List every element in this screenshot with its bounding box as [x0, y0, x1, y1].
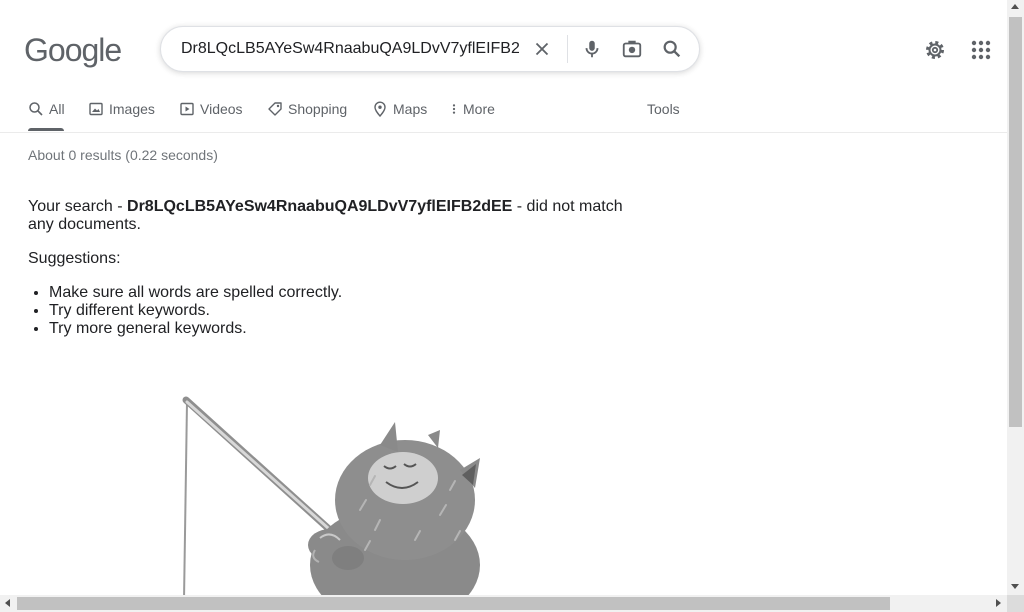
header-divider	[0, 132, 1007, 133]
image-icon	[89, 102, 103, 116]
vertical-scrollbar-thumb[interactable]	[1009, 17, 1022, 427]
search-icon[interactable]	[661, 38, 683, 60]
tab-shopping[interactable]: Shopping	[267, 101, 347, 117]
no-results-query: Dr8LQcLB5AYeSw4RnaabuQA9LDvV7yflEIFB2dEE	[127, 198, 513, 215]
list-item: Try more general keywords.	[49, 320, 342, 338]
scroll-left-arrow-icon[interactable]	[5, 599, 10, 607]
mic-icon[interactable]	[581, 38, 603, 60]
tab-more[interactable]: More	[450, 101, 495, 117]
search-icon	[29, 102, 43, 116]
tab-all[interactable]: All	[28, 101, 65, 131]
list-item: Try different keywords.	[49, 302, 342, 320]
gear-icon[interactable]	[923, 38, 947, 62]
vertical-scrollbar[interactable]	[1007, 0, 1024, 595]
google-logo[interactable]: Google	[24, 32, 122, 69]
search-box-divider	[567, 35, 568, 63]
camera-icon[interactable]	[621, 38, 643, 60]
scroll-up-arrow-icon[interactable]	[1011, 4, 1019, 9]
tab-images[interactable]: Images	[88, 101, 155, 117]
tab-label: Videos	[200, 101, 243, 117]
no-results-message: Your search - Dr8LQcLB5AYeSw4RnaabuQA9LD…	[28, 198, 648, 234]
tab-label: Maps	[393, 101, 428, 117]
apps-grid-icon[interactable]	[969, 38, 993, 62]
pin-icon	[374, 101, 386, 117]
tab-label: Images	[109, 101, 155, 117]
list-item: Make sure all words are spelled correctl…	[49, 284, 342, 302]
tag-icon	[268, 102, 282, 116]
scroll-right-arrow-icon[interactable]	[996, 599, 1001, 607]
tab-label: All	[49, 101, 65, 117]
scrollbar-corner	[1007, 595, 1024, 612]
tab-label: Shopping	[288, 101, 348, 117]
more-vert-icon	[452, 104, 456, 114]
play-icon	[180, 102, 194, 116]
result-stats: About 0 results (0.22 seconds)	[28, 147, 218, 163]
horizontal-scrollbar[interactable]	[0, 595, 1007, 612]
suggestions-title: Suggestions:	[28, 250, 121, 267]
search-input[interactable]: Dr8LQcLB5AYeSw4RnaabuQA9LDvV7yflEIFB2dEE	[181, 40, 519, 58]
tab-label: More	[463, 101, 495, 117]
no-results-prefix: Your search -	[28, 198, 128, 215]
search-results-page: Google Dr8LQcLB5AYeSw4RnaabuQA9LDvV7yflE…	[0, 0, 1007, 595]
active-tab-indicator	[28, 128, 64, 131]
scroll-down-arrow-icon[interactable]	[1011, 584, 1019, 589]
search-box[interactable]: Dr8LQcLB5AYeSw4RnaabuQA9LDvV7yflEIFB2dEE	[160, 26, 700, 72]
horizontal-scrollbar-thumb[interactable]	[17, 597, 890, 610]
close-icon[interactable]	[531, 38, 553, 60]
suggestions-list: Make sure all words are spelled correctl…	[28, 284, 342, 338]
tools-button[interactable]: Tools	[647, 101, 680, 117]
tab-videos[interactable]: Videos	[179, 101, 243, 117]
tab-maps[interactable]: Maps	[372, 101, 427, 117]
fishing-monster-illustration	[182, 396, 480, 595]
